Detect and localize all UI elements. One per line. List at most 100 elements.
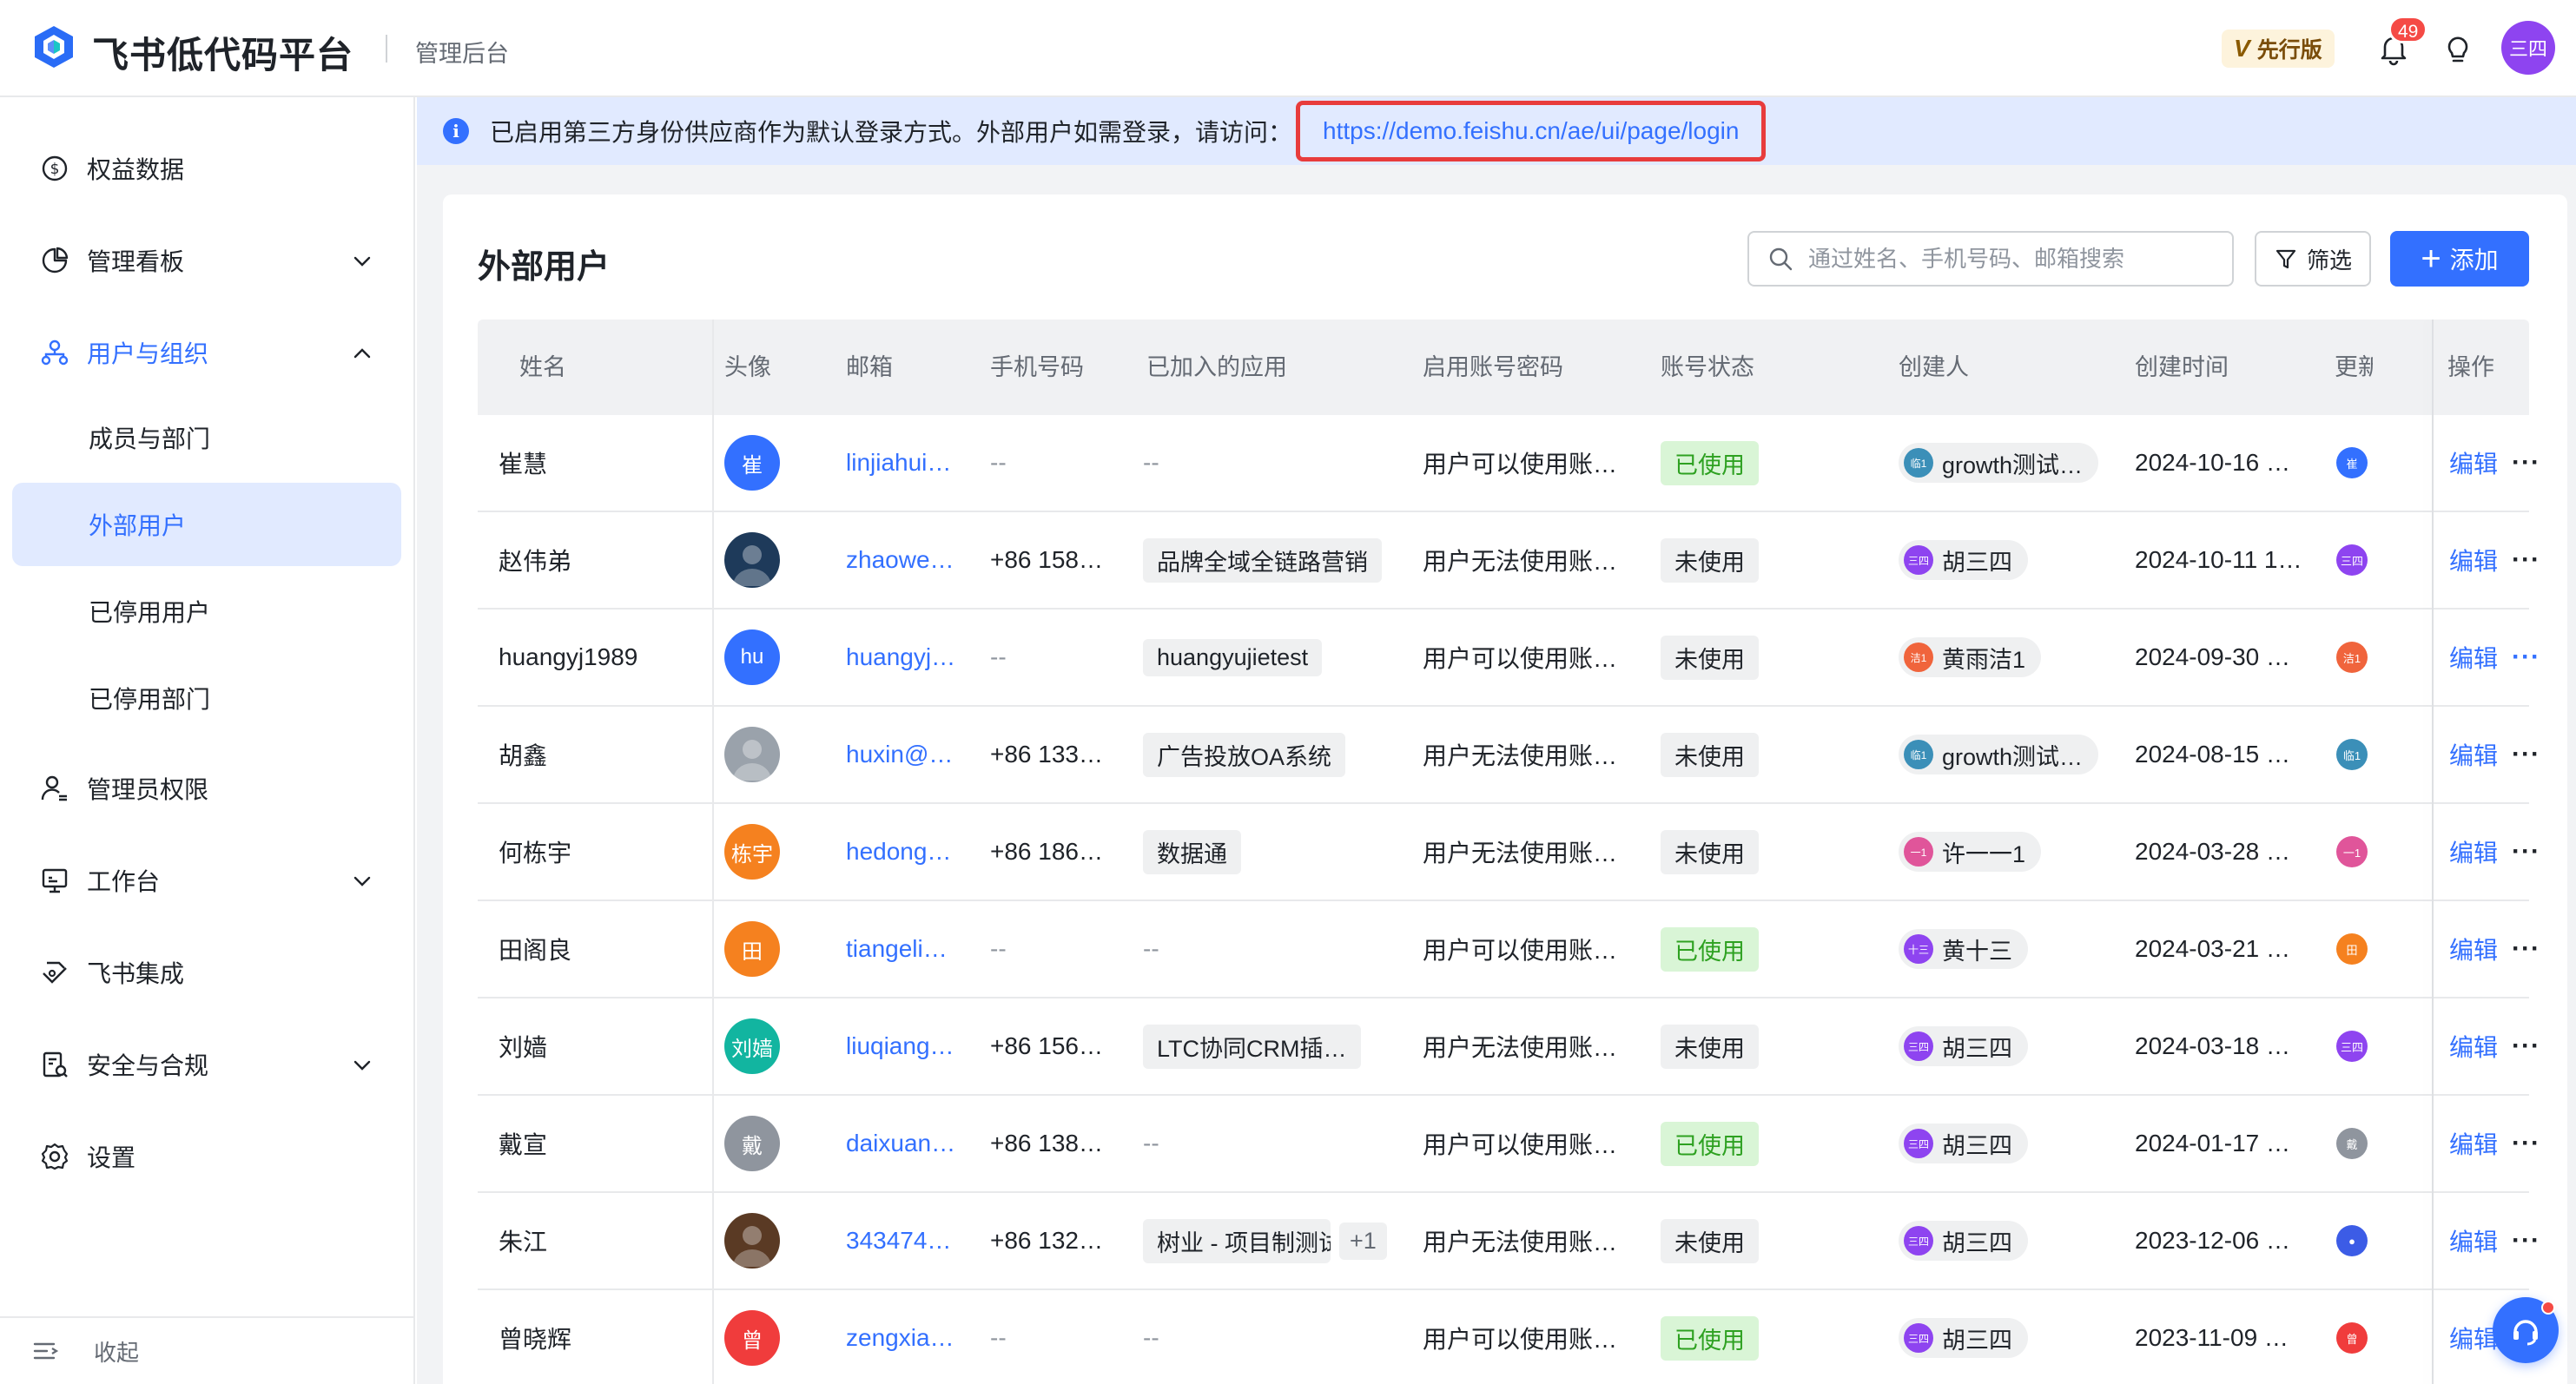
creator-chip[interactable]: 三四 胡三四: [1899, 1221, 2028, 1261]
platform-logo-icon[interactable]: [30, 23, 78, 71]
more-cell[interactable]: ···: [2512, 901, 2540, 997]
table-row[interactable]: 刘嫱 刘嫱 liuqiang… +86 156… LTC协同CRM插… 用户无法使用账… 未…: [478, 998, 2540, 1096]
more-cell[interactable]: ···: [2512, 998, 2540, 1094]
login-url-link[interactable]: https://demo.feishu.cn/ae/ui/page/login: [1323, 117, 1739, 144]
email-cell[interactable]: linjiahui…: [846, 415, 976, 511]
more-actions-icon[interactable]: ···: [2512, 740, 2540, 769]
table-row[interactable]: 崔慧 崔 linjiahui… -- -- 用户可以使用账… 已使用 临1 growth测试… 2…: [478, 415, 2540, 512]
edit-button[interactable]: 编辑: [2449, 1223, 2498, 1258]
table-row[interactable]: 曾晓辉 曾 zengxia… -- -- 用户可以使用账… 已使用 三四 胡三四 2023-11-…: [478, 1290, 2540, 1384]
filter-button[interactable]: 筛选: [2255, 231, 2371, 287]
edit-cell[interactable]: 编辑: [2449, 804, 2498, 900]
table-row[interactable]: 何栋宇 栋宇 hedong… +86 186… 数据通 用户无法使用账… 未使用 一1 许一一1…: [478, 804, 2540, 901]
column-header-name[interactable]: 姓名: [519, 320, 566, 415]
edit-cell[interactable]: 编辑: [2449, 610, 2498, 705]
edit-button[interactable]: 编辑: [2449, 1321, 2498, 1355]
email-cell[interactable]: daixuan…: [846, 1096, 976, 1191]
sidebar-item-benefit-data[interactable]: $ 权益数据: [12, 127, 401, 210]
email-link[interactable]: zengxia…: [846, 1324, 954, 1352]
more-actions-icon[interactable]: ···: [2512, 545, 2540, 575]
edit-cell[interactable]: 编辑: [2449, 1290, 2498, 1384]
email-link[interactable]: huxin@…: [846, 741, 953, 768]
sidebar-item-disabled-departments[interactable]: 已停用部门: [12, 656, 401, 740]
column-header-joined-apps[interactable]: 已加入的应用: [1146, 320, 1287, 415]
edit-button[interactable]: 编辑: [2449, 1126, 2498, 1161]
creator-chip[interactable]: 一1 许一一1: [1899, 832, 2042, 872]
table-row[interactable]: 戴宣 戴 daixuan… +86 138… -- 用户可以使用账… 已使用 三四 胡三四 202…: [478, 1096, 2540, 1193]
search-box[interactable]: [1747, 231, 2234, 287]
more-cell[interactable]: ···: [2512, 1096, 2540, 1191]
help-assistant-button[interactable]: [2493, 1297, 2559, 1363]
column-header-created-time[interactable]: 创建时间: [2135, 320, 2229, 415]
edit-cell[interactable]: 编辑: [2449, 1096, 2498, 1191]
edit-cell[interactable]: 编辑: [2449, 901, 2498, 997]
edit-button[interactable]: 编辑: [2449, 543, 2498, 577]
creator-chip[interactable]: 临1 growth测试…: [1899, 735, 2099, 774]
creator-chip[interactable]: 三四 胡三四: [1899, 1124, 2028, 1163]
email-link[interactable]: tiangeli…: [846, 935, 948, 963]
sidebar-item-external-users[interactable]: 外部用户: [12, 483, 401, 566]
email-link[interactable]: huangyj…: [846, 643, 955, 671]
more-cell[interactable]: ···: [2512, 610, 2540, 705]
sidebar-item-admin-permissions[interactable]: 管理员权限: [12, 747, 401, 830]
creator-chip[interactable]: 三四 胡三四: [1899, 540, 2028, 580]
table-row[interactable]: 朱江 343474… +86 132… 树业 - 项目制测试 +1 用户无法使用账… 未使用…: [478, 1193, 2540, 1290]
edit-cell[interactable]: 编辑: [2449, 415, 2498, 511]
more-actions-icon[interactable]: ···: [2512, 643, 2540, 672]
lightbulb-icon[interactable]: [2439, 30, 2477, 68]
email-cell[interactable]: liuqiang…: [846, 998, 976, 1094]
edit-button[interactable]: 编辑: [2449, 445, 2498, 480]
table-row[interactable]: huangyj1989 hu huangyj… -- huangyujietest 用户可…: [478, 610, 2540, 707]
edit-button[interactable]: 编辑: [2449, 737, 2498, 772]
sidebar-item-feishu-integration[interactable]: 飞书集成: [12, 931, 401, 1014]
more-cell[interactable]: ···: [2512, 415, 2540, 511]
email-cell[interactable]: hedong…: [846, 804, 976, 900]
column-header-email[interactable]: 邮箱: [846, 320, 893, 415]
sidebar-item-members-departments[interactable]: 成员与部门: [12, 396, 401, 479]
add-user-button[interactable]: + 添加: [2390, 231, 2529, 287]
more-actions-icon[interactable]: ···: [2512, 934, 2540, 964]
sidebar-item-settings[interactable]: 设置: [12, 1115, 401, 1198]
edition-badge[interactable]: V 先行版: [2222, 30, 2335, 68]
creator-chip[interactable]: 三四 胡三四: [1899, 1026, 2028, 1066]
email-cell[interactable]: 343474…: [846, 1193, 976, 1288]
edit-cell[interactable]: 编辑: [2449, 707, 2498, 802]
more-actions-icon[interactable]: ···: [2512, 1031, 2540, 1061]
creator-chip[interactable]: 十三 黄十三: [1899, 929, 2028, 969]
user-avatar[interactable]: 三四: [2501, 21, 2555, 75]
edit-button[interactable]: 编辑: [2449, 834, 2498, 869]
table-row[interactable]: 赵伟弟 zhaowe… +86 158… 品牌全域全链路营销 用户无法使用账… 未使用 三四…: [478, 512, 2540, 610]
table-row[interactable]: 胡鑫 huxin@… +86 133… 广告投放OA系统 用户无法使用账… 未使用 临1 gr…: [478, 707, 2540, 804]
edit-cell[interactable]: 编辑: [2449, 1193, 2498, 1288]
sidebar-item-dashboard[interactable]: 管理看板: [12, 219, 401, 302]
email-cell[interactable]: zengxia…: [846, 1290, 976, 1384]
email-link[interactable]: liuqiang…: [846, 1032, 954, 1060]
edit-button[interactable]: 编辑: [2449, 640, 2498, 675]
column-header-updater[interactable]: 更新: [2335, 320, 2373, 415]
sidebar-item-security-compliance[interactable]: 安全与合规: [12, 1023, 401, 1106]
edit-button[interactable]: 编辑: [2449, 1029, 2498, 1064]
email-link[interactable]: hedong…: [846, 838, 951, 866]
column-header-avatar[interactable]: 头像: [724, 320, 771, 415]
email-link[interactable]: zhaowe…: [846, 546, 954, 574]
sidebar-collapse-button[interactable]: 收起: [0, 1316, 415, 1384]
column-header-creator[interactable]: 创建人: [1899, 320, 1969, 415]
more-actions-icon[interactable]: ···: [2512, 837, 2540, 867]
email-link[interactable]: daixuan…: [846, 1130, 955, 1157]
more-actions-icon[interactable]: ···: [2512, 1129, 2540, 1158]
edit-cell[interactable]: 编辑: [2449, 512, 2498, 608]
creator-chip[interactable]: 洁1 黄雨洁1: [1899, 637, 2042, 677]
search-input[interactable]: [1808, 245, 2216, 273]
email-cell[interactable]: zhaowe…: [846, 512, 976, 608]
app-name[interactable]: 飞书低代码平台: [92, 26, 353, 79]
email-link[interactable]: linjiahui…: [846, 449, 951, 477]
more-cell[interactable]: ···: [2512, 804, 2540, 900]
more-actions-icon[interactable]: ···: [2512, 1226, 2540, 1255]
column-header-phone[interactable]: 手机号码: [990, 320, 1084, 415]
more-cell[interactable]: ···: [2512, 1193, 2540, 1288]
more-actions-icon[interactable]: ···: [2512, 448, 2540, 478]
edit-cell[interactable]: 编辑: [2449, 998, 2498, 1094]
email-cell[interactable]: huangyj…: [846, 610, 976, 705]
more-cell[interactable]: ···: [2512, 512, 2540, 608]
sidebar-item-users-org[interactable]: 用户与组织: [12, 311, 401, 394]
